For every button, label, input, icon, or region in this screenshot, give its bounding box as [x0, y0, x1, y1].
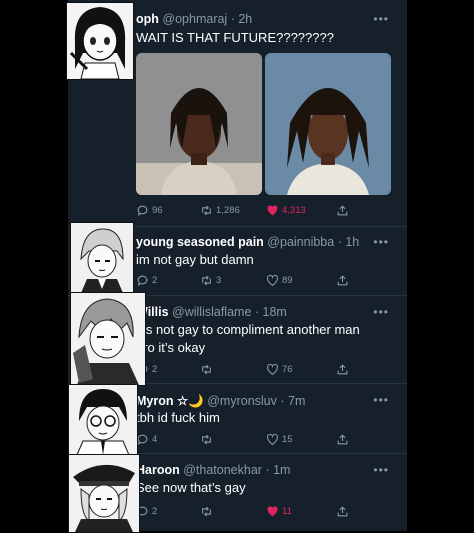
like-icon: [267, 274, 278, 287]
like-icon: [267, 506, 278, 517]
like-icon: [267, 433, 278, 446]
tweet-photo[interactable]: [136, 53, 262, 195]
reply-count: 2: [152, 364, 158, 375]
tweet-text: WAIT IS THAT FUTURE????????: [136, 30, 334, 45]
retweet-count: 1,286: [216, 205, 240, 216]
anime-boy-avatar: [71, 293, 145, 385]
retweet-icon: [202, 434, 211, 445]
avatar[interactable]: [68, 454, 140, 533]
tweet-actions: 2 76: [136, 363, 366, 377]
tweet-header: oph @ophmaraj · 2h: [136, 12, 252, 26]
more-icon[interactable]: •••: [373, 235, 389, 249]
reply-icon: [137, 275, 148, 286]
tweet-header: Haroon @thatonekhar · 1m: [136, 463, 290, 477]
share-icon: [337, 364, 348, 375]
reply-count: 2: [152, 506, 158, 517]
tweet-text: tbh id fuck him: [136, 410, 220, 425]
more-icon[interactable]: •••: [373, 305, 389, 319]
portrait-image: [265, 53, 391, 195]
share-button[interactable]: [336, 433, 349, 446]
handle[interactable]: @ophmaraj: [162, 12, 227, 26]
share-icon: [337, 506, 348, 517]
tweet-header: young seasoned pain @painnibba · 1h: [136, 235, 359, 249]
like-button[interactable]: 11: [266, 505, 292, 518]
tweet-text: See now that’s gay: [136, 480, 246, 495]
like-icon: [267, 363, 278, 376]
like-count: 76: [282, 364, 293, 375]
anime-glasses-avatar: [69, 385, 137, 455]
like-count: 4,313: [282, 205, 306, 216]
timestamp[interactable]: · 1h: [338, 235, 360, 249]
avatar[interactable]: [70, 292, 146, 386]
timestamp[interactable]: · 2h: [231, 12, 253, 26]
more-icon[interactable]: •••: [373, 12, 389, 26]
anime-officer-avatar: [69, 455, 139, 532]
timestamp[interactable]: · 1m: [265, 463, 290, 477]
tweet-actions: 4 15: [136, 433, 366, 447]
mugshot-image: [136, 53, 262, 195]
tweet-header: Myron ☆🌙 @myronsluv · 7m: [136, 393, 305, 409]
reply-button[interactable]: 2: [136, 274, 157, 287]
retweet-icon: [202, 205, 211, 216]
tweet-text: im not gay but damn: [136, 252, 254, 267]
timestamp[interactable]: · 18m: [255, 305, 287, 319]
like-count: 15: [282, 434, 293, 445]
reply-icon: [137, 205, 148, 216]
tweet-text: It’s not gay to compliment another man b…: [136, 322, 360, 355]
timestamp[interactable]: · 7m: [280, 394, 305, 408]
share-button[interactable]: [336, 505, 349, 518]
share-icon: [337, 275, 348, 286]
retweet-icon: [202, 506, 211, 517]
retweet-icon: [202, 364, 211, 375]
like-count: 11: [282, 506, 292, 517]
handle[interactable]: @painnibba: [267, 235, 334, 249]
avatar[interactable]: [70, 222, 134, 294]
tweet-actions: 96 1,286 4,313: [136, 204, 366, 218]
reply-button[interactable]: 4: [136, 433, 157, 446]
reply-button[interactable]: 96: [136, 204, 163, 217]
share-icon: [337, 434, 348, 445]
handle[interactable]: @myronsluv: [207, 394, 277, 408]
like-icon: [267, 205, 278, 216]
more-icon[interactable]: •••: [373, 463, 389, 477]
anime-girl-avatar: [67, 3, 133, 79]
share-button[interactable]: [336, 363, 349, 376]
avatar[interactable]: [66, 2, 134, 80]
display-name[interactable]: Myron ☆🌙: [136, 394, 204, 408]
avatar[interactable]: [68, 384, 138, 456]
retweet-count: 3: [216, 275, 222, 286]
retweet-button[interactable]: [200, 505, 213, 518]
tweet-header: Willis @willislaflame · 18m: [136, 305, 287, 319]
reply-count: 2: [152, 275, 158, 286]
share-icon: [337, 205, 348, 216]
retweet-button[interactable]: [200, 433, 213, 446]
retweet-button[interactable]: [200, 363, 213, 376]
like-count: 89: [282, 275, 293, 286]
tweet-actions: 2 3 89: [136, 274, 366, 288]
handle[interactable]: @thatonekhar: [183, 463, 262, 477]
like-button[interactable]: 76: [266, 363, 293, 376]
handle[interactable]: @willislaflame: [172, 305, 251, 319]
like-button[interactable]: 4,313: [266, 204, 306, 217]
display-name[interactable]: oph: [136, 12, 159, 26]
reply-count: 4: [152, 434, 158, 445]
display-name[interactable]: Haroon: [136, 463, 180, 477]
retweet-icon: [202, 275, 211, 286]
tweet-photo[interactable]: [265, 53, 391, 195]
display-name[interactable]: young seasoned pain: [136, 235, 264, 249]
retweet-button[interactable]: 3: [200, 274, 221, 287]
more-icon[interactable]: •••: [373, 393, 389, 407]
reply-count: 96: [152, 205, 163, 216]
anime-boy-avatar: [71, 223, 133, 293]
tweet-actions: 2 11: [136, 505, 366, 519]
like-button[interactable]: 89: [266, 274, 293, 287]
retweet-button[interactable]: 1,286: [200, 204, 240, 217]
like-button[interactable]: 15: [266, 433, 293, 446]
share-button[interactable]: [336, 274, 349, 287]
share-button[interactable]: [336, 204, 349, 217]
